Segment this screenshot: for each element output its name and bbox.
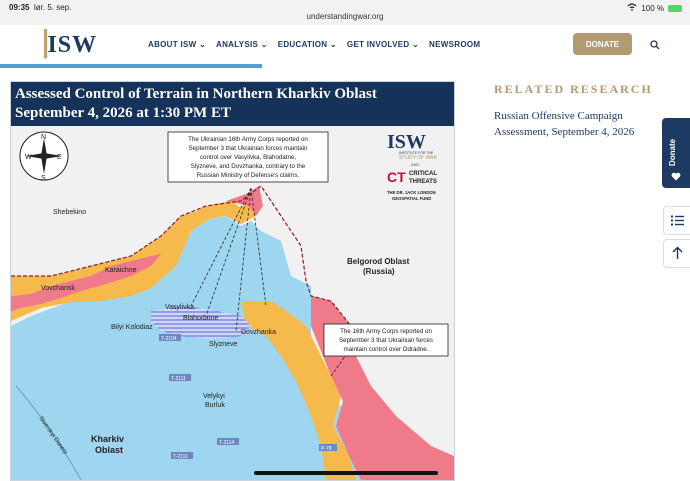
chevron-down-icon: ⌄	[329, 40, 337, 49]
road-label: T-2104	[161, 336, 177, 342]
nav-item-get-involved[interactable]: GET INVOLVED ⌄	[347, 40, 419, 49]
map-title: Assessed Control of Terrain in Northern …	[11, 82, 454, 126]
place-vovchansk: Vovchansk	[41, 285, 75, 292]
road-label: P-78	[321, 446, 332, 452]
heart-icon	[671, 172, 681, 181]
table-of-contents-button[interactable]	[663, 206, 690, 235]
critical-threats-logo: CT	[387, 169, 406, 185]
svg-text:The 16th Army Corps reported o: The 16th Army Corps reported on	[340, 328, 432, 335]
svg-text:E: E	[57, 154, 62, 161]
road-label: T-2114	[219, 440, 234, 446]
map-body: T-2104 T-2111 T-2114 T-2111 P-78 N S E W…	[11, 126, 454, 480]
place-vasylivka: Vasylivka	[165, 304, 194, 311]
chevron-down-icon: ⌄	[412, 40, 420, 49]
nav-item-about[interactable]: ABOUT ISW ⌄	[148, 40, 206, 49]
place-blahodatne: Blahodatne	[183, 315, 219, 322]
battery-icon	[668, 4, 682, 12]
isw-sub2: STUDY OF WAR	[399, 155, 437, 161]
nav-item-newsroom[interactable]: NEWSROOM	[429, 40, 480, 49]
svg-text:maintain control over Odradne.: maintain control over Odradne.	[344, 346, 429, 353]
logo-text: ISW	[47, 32, 98, 58]
nav-item-analysis[interactable]: ANALYSIS ⌄	[216, 40, 268, 49]
related-research-heading: RELATED RESEARCH	[494, 82, 653, 96]
search-icon[interactable]	[650, 40, 660, 50]
reading-progress-bar	[0, 64, 262, 68]
battery-percent: 100 %	[641, 3, 664, 13]
fund-line2: GEOSPATIAL FUND	[392, 196, 431, 201]
chevron-down-icon: ⌄	[260, 40, 268, 49]
status-indicators: 100 %	[627, 3, 682, 13]
road-label: T-2111	[171, 376, 186, 382]
place-velykyi: Velykyi	[203, 393, 225, 400]
region-kharkiv-oblast: Oblast	[95, 445, 123, 455]
svg-text:W: W	[25, 154, 32, 161]
region-belgorod-russia: (Russia)	[363, 267, 395, 276]
site-header: ▕ISW ABOUT ISW ⌄ ANALYSIS ⌄ EDUCATION ⌄ …	[0, 25, 690, 65]
svg-text:S: S	[41, 175, 46, 182]
donate-button[interactable]: DONATE	[573, 33, 632, 55]
arrow-up-icon	[672, 246, 683, 259]
map-title-line1: Assessed Control of Terrain in Northern …	[15, 86, 377, 102]
svg-text:Slyzneve, and Dovzhanka, contr: Slyzneve, and Dovzhanka, contrary to the	[191, 163, 306, 170]
logo-mark-icon: ▕	[28, 32, 48, 58]
nav-item-education[interactable]: EDUCATION ⌄	[278, 40, 337, 49]
logo-and: AND	[411, 162, 420, 167]
svg-text:September 3 that Ukrainian for: September 3 that Ukrainian forces mainta…	[189, 145, 309, 152]
svg-text:The Ukrainian 16th Army Corps: The Ukrainian 16th Army Corps reported o…	[188, 136, 308, 143]
floating-donate-tab[interactable]: Donate	[662, 118, 690, 188]
place-dovzhanka: Dovzhanka	[241, 329, 276, 336]
region-belgorod: Belgorod Oblast	[347, 257, 410, 266]
threats-text: THREATS	[409, 179, 437, 185]
back-to-top-button[interactable]	[663, 239, 690, 268]
place-burluk: Burluk	[205, 402, 225, 409]
wifi-icon	[627, 3, 637, 13]
related-research-link[interactable]: Russian Offensive Campaign Assessment, S…	[494, 108, 664, 140]
place-karaichne: Karaichne	[105, 267, 137, 274]
region-kharkiv: Kharkiv	[91, 434, 124, 444]
list-icon	[671, 215, 684, 226]
svg-text:Russian Ministry of Defense's: Russian Ministry of Defense's claims.	[197, 172, 300, 179]
callout-box-odradne: The 16th Army Corps reported on Septembe…	[323, 323, 449, 357]
road-label: T-2111	[173, 454, 188, 460]
status-date: lør. 5. sep.	[34, 3, 72, 12]
isw-map-logo: ISW	[387, 131, 426, 153]
map-title-line2: September 4, 2026 at 1:30 PM ET	[15, 105, 231, 121]
status-bar: 09:35 lør. 5. sep. understandingwar.org …	[0, 0, 690, 25]
home-indicator[interactable]	[254, 471, 438, 475]
svg-text:N: N	[41, 134, 46, 141]
map-image: Assessed Control of Terrain in Northern …	[10, 81, 455, 481]
status-time: 09:35	[9, 3, 30, 12]
fund-line1: THE DR. JACK LONDON	[387, 190, 436, 195]
floating-donate-label: Donate	[668, 138, 677, 166]
callout-box-16th-army: The Ukrainian 16th Army Corps reported o…	[167, 131, 329, 183]
isw-logo[interactable]: ▕ISW	[28, 30, 97, 59]
main-nav: ABOUT ISW ⌄ ANALYSIS ⌄ EDUCATION ⌄ GET I…	[148, 40, 480, 49]
address-bar-url[interactable]: understandingwar.org	[0, 12, 690, 21]
place-slyzneve: Slyzneve	[209, 341, 238, 348]
place-shebekino: Shebekino	[53, 209, 86, 216]
critical-text: CRITICAL	[409, 171, 437, 177]
svg-text:control over Vasylivka, Blahod: control over Vasylivka, Blahodatne,	[200, 154, 296, 161]
chevron-down-icon: ⌄	[199, 40, 207, 49]
place-bilyi-kolodiaz: Bilyi Kolodiaz	[111, 324, 153, 331]
svg-text:September 3 that Ukrainian for: September 3 that Ukrainian forces	[339, 337, 433, 344]
